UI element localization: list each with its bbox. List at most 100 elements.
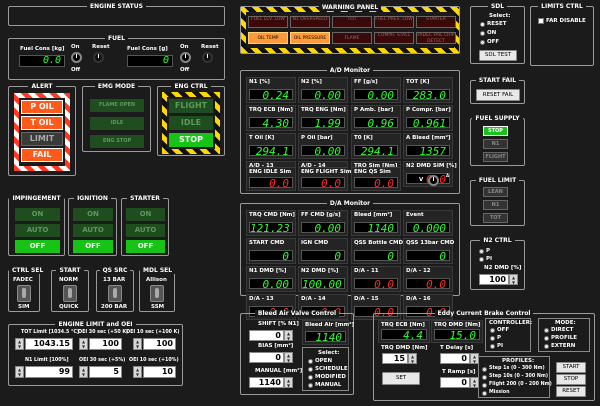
n2ctrl-title: N2 CTRL [480, 237, 515, 244]
mdl-sel-toggle[interactable] [150, 285, 164, 302]
emg-idle[interactable]: IDLE [90, 117, 144, 130]
bleed-air-label: Bleed Air [mm²] [305, 322, 355, 328]
controller-off-radio[interactable] [490, 328, 495, 333]
n2ctrl-p-radio[interactable] [479, 249, 484, 254]
n2-dmd-input[interactable]: 100 [479, 274, 509, 285]
manual-spinner[interactable]: ▲ ▼ [284, 377, 293, 388]
fuel-limit-lean[interactable]: LEAN [483, 187, 508, 197]
eddy-set-button[interactable]: SET [382, 372, 420, 385]
eddy-reset-button[interactable]: RESET [556, 386, 586, 397]
n2-dmd-spinner[interactable]: ▲ ▼ [509, 274, 518, 285]
sdl-off-radio[interactable] [480, 40, 485, 45]
trq-ecb-label: TRQ ECB [Nm] [381, 322, 425, 328]
starter-on[interactable]: ON [126, 208, 165, 221]
fuel-left-reset[interactable] [93, 52, 104, 63]
bleed-modified-radio[interactable] [308, 375, 313, 380]
sdl-reset-radio[interactable] [480, 22, 485, 27]
fuel-supply-flight[interactable]: FLIGHT [483, 152, 508, 162]
far-disable-checkbox[interactable] [538, 18, 544, 24]
ad-cell: TOT [K] 283.0 [403, 77, 453, 103]
ad-label: N1 [%] [249, 79, 270, 85]
fuel-limit-tot[interactable]: TOT [483, 213, 508, 223]
bleed-open-radio[interactable] [308, 359, 313, 364]
alert-panel: ALERT P OIL T OIL LIMIT FAIL [8, 83, 76, 176]
start-sel-toggle[interactable] [63, 285, 77, 302]
profile-flight200-radio[interactable] [482, 383, 487, 388]
ad-range-knob[interactable] [428, 175, 439, 186]
da-label: D/A - 14 [301, 296, 326, 302]
emg-eng-stop[interactable]: ENG STOP [90, 135, 144, 148]
controller-p-radio[interactable] [490, 336, 495, 341]
t-delay-input[interactable]: 0 [440, 353, 470, 364]
da-cell: N2 DMD [%] 100.00 [298, 266, 348, 292]
manual-input[interactable]: 1140 [249, 377, 284, 388]
starter-auto[interactable]: AUTO [126, 224, 165, 237]
starter-off[interactable]: OFF [126, 240, 165, 253]
profile-step1-label: Step 1s (0 - 300 Nm) [489, 366, 545, 371]
trq-dmd-spinner[interactable]: ▲ ▼ [408, 353, 417, 364]
t-ramp-label: T Ramp [s] [442, 369, 476, 375]
ctrl-sel-toggle[interactable] [17, 285, 31, 302]
fuel-supply-stop[interactable]: STOP [483, 126, 508, 136]
mode-extern-radio[interactable] [544, 344, 549, 349]
oei30-k-spinner[interactable]: ▲ ▼ [79, 338, 88, 350]
ad-label: N2 [%] [301, 79, 322, 85]
mode-profile-radio[interactable] [544, 336, 549, 341]
profile-mission-radio[interactable] [482, 391, 487, 396]
fuel-right-reset[interactable] [202, 52, 213, 63]
oei30-pct-spinner[interactable]: ▲ ▼ [79, 366, 88, 378]
bias-spinner[interactable]: ▲ ▼ [284, 352, 293, 363]
shift-spinner[interactable]: ▲ ▼ [284, 330, 293, 341]
reset-fail-button[interactable]: RESET FAIL [476, 89, 520, 101]
impingement-on[interactable]: ON [15, 208, 60, 221]
eddy-stop-button[interactable]: STOP [556, 374, 586, 385]
mode-direct-radio[interactable] [544, 328, 549, 333]
da-value: 0.0 [406, 278, 450, 290]
oei30-k-input[interactable]: 100 [89, 338, 122, 350]
bleed-manual-radio[interactable] [308, 383, 313, 388]
oei10-pct-spinner[interactable]: ▲ ▼ [133, 366, 142, 378]
profile-step1-radio[interactable] [482, 367, 487, 372]
engctrl-flight-button[interactable]: FLIGHT [169, 99, 213, 113]
n1-limit-input[interactable]: 99 [25, 366, 73, 378]
fuel-limit-n1[interactable]: N1 [483, 200, 508, 210]
oei10-k-label: OEI 10 sec (+100 K) [126, 330, 180, 335]
ad-cell: P Amb. [bar] 0.96 [351, 105, 401, 131]
bias-input[interactable]: 0 [249, 352, 284, 363]
fuel-left-switch[interactable] [71, 52, 82, 63]
profile-step10-radio[interactable] [482, 375, 487, 380]
emg-flame-open[interactable]: FLAME OPEN [90, 99, 144, 112]
n1-limit-spinner[interactable]: ▲ ▼ [15, 366, 24, 378]
n2ctrl-pi-radio[interactable] [479, 257, 484, 262]
shift-input[interactable]: 0 [249, 330, 284, 341]
starter-title: STARTER [127, 195, 163, 202]
impingement-auto[interactable]: AUTO [15, 224, 60, 237]
ignition-off[interactable]: OFF [73, 240, 113, 253]
oei10-k-spinner[interactable]: ▲ ▼ [133, 338, 142, 350]
qs-src-toggle[interactable] [108, 285, 122, 302]
oei10-k-input[interactable]: 100 [143, 338, 176, 350]
ignition-on[interactable]: ON [73, 208, 113, 221]
fuel-supply-n1[interactable]: N1 [483, 139, 508, 149]
tot-limit-spinner[interactable]: ▲ ▼ [15, 338, 24, 350]
controller-pi-radio[interactable] [490, 344, 495, 349]
sdl-test-button[interactable]: SDL TEST [479, 50, 517, 61]
sdl-on-radio[interactable] [480, 31, 485, 36]
bleed-schedule-radio[interactable] [308, 367, 313, 372]
bleed-title: Bleed Air Valve Control [254, 310, 340, 317]
tot-limit-input[interactable]: 1043.15 [25, 338, 73, 350]
ignition-auto[interactable]: AUTO [73, 224, 113, 237]
fuel-right-switch[interactable] [180, 52, 191, 63]
engctrl-idle-button[interactable]: IDLE [169, 116, 213, 130]
trq-dmd-input[interactable]: 15 [382, 353, 408, 364]
qs-src-panel: QS SRC 13 BAR 200 BAR [96, 267, 134, 312]
impingement-off[interactable]: OFF [15, 240, 60, 253]
oei30-pct-input[interactable]: 5 [89, 366, 122, 378]
da-cell: IGN CMD 0 [298, 238, 348, 264]
engctrl-stop-button[interactable]: STOP [169, 133, 213, 147]
eddy-start-button[interactable]: START [556, 362, 586, 373]
t-ramp-input[interactable]: 0 [440, 377, 470, 388]
ad-cell: N2 [%] 0.00 [298, 77, 348, 103]
oei10-pct-input[interactable]: 10 [143, 366, 176, 378]
limits-ctrl-title: LIMITS CTRL [538, 3, 586, 10]
